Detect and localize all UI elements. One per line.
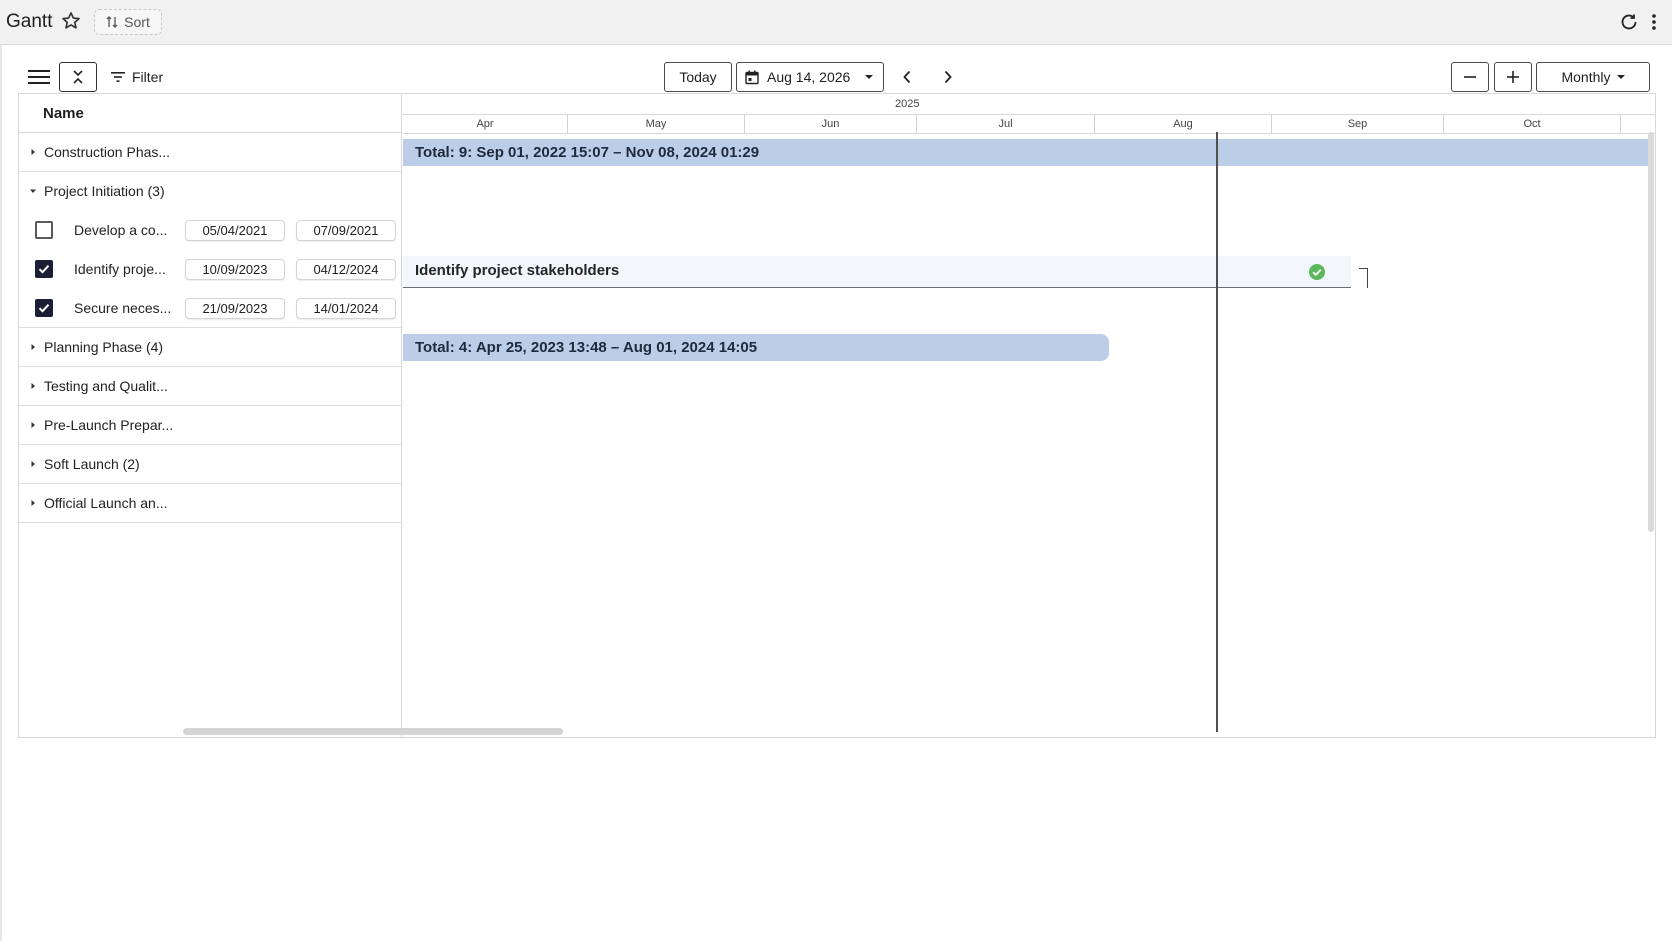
view-mode-label: Monthly <box>1561 69 1611 85</box>
group-row[interactable]: Construction Phas... <box>19 133 401 172</box>
collapse-all-button[interactable] <box>59 62 97 92</box>
filter-icon <box>111 72 125 82</box>
date-value: Aug 14, 2026 <box>767 69 851 85</box>
year-label: 2025 <box>895 98 920 110</box>
group-label: Pre-Launch Prepar... <box>44 417 174 433</box>
chevron-right-icon <box>944 70 952 84</box>
today-marker-line <box>1216 132 1218 732</box>
caret-right-icon[interactable] <box>29 499 37 507</box>
end-date-field[interactable]: 07/09/2021 <box>296 220 396 241</box>
dropdown-caret-icon <box>1616 74 1625 79</box>
minus-icon <box>1464 76 1476 78</box>
app-title: Gantt <box>6 11 53 32</box>
title-bar: Gantt Sort <box>0 0 1672 45</box>
group-label: Soft Launch (2) <box>44 456 140 472</box>
check-circle-icon <box>1309 264 1325 280</box>
caret-right-icon[interactable] <box>29 460 37 468</box>
caret-right-icon[interactable] <box>29 343 37 351</box>
task-bar[interactable]: Identify project stakeholders <box>403 256 1351 288</box>
zoom-in-button[interactable] <box>1494 62 1532 92</box>
group-label: Project Initiation (3) <box>44 183 165 199</box>
task-checkbox[interactable] <box>35 299 53 317</box>
name-column-header[interactable]: Name <box>43 105 84 122</box>
sort-button[interactable]: Sort <box>94 9 162 35</box>
month-label: Jun <box>745 115 917 133</box>
view-mode-select[interactable]: Monthly <box>1536 62 1650 92</box>
menu-button[interactable] <box>26 66 52 88</box>
month-label: Apr <box>403 115 568 133</box>
plus-icon <box>1507 71 1519 83</box>
task-label: Develop a co... <box>74 222 168 238</box>
month-label: Jul <box>917 115 1095 133</box>
group-label: Testing and Qualit... <box>44 378 168 394</box>
calendar-icon <box>745 70 759 84</box>
summary-bar[interactable]: Total: 4: Apr 25, 2023 13:48 – Aug 01, 2… <box>403 334 1109 361</box>
caret-right-icon[interactable] <box>29 421 37 429</box>
dependency-connector <box>1359 268 1368 288</box>
task-grid: Name Construction Phas... Project Initia… <box>19 94 563 737</box>
next-button[interactable] <box>938 66 958 88</box>
task-checkbox[interactable] <box>35 221 53 239</box>
dropdown-caret-icon <box>865 75 874 79</box>
month-label: Sep <box>1272 115 1444 133</box>
task-bar-label: Identify project stakeholders <box>415 262 620 279</box>
star-icon[interactable] <box>60 10 82 32</box>
filter-label: Filter <box>132 69 164 85</box>
month-header: Apr May Jun Jul Aug Sep Oct <box>403 115 1655 134</box>
group-row[interactable]: Testing and Qualit... <box>19 367 401 406</box>
today-button[interactable]: Today <box>664 62 732 92</box>
end-date-field[interactable]: 14/01/2024 <box>296 298 396 319</box>
more-vertical-icon[interactable] <box>1650 12 1658 32</box>
refresh-icon[interactable] <box>1619 12 1639 32</box>
grid-header: Name <box>19 94 401 133</box>
task-row[interactable]: Secure neces... 21/09/2023 14/01/2024 <box>19 289 401 328</box>
task-label: Identify proje... <box>74 261 166 277</box>
zoom-out-button[interactable] <box>1451 62 1489 92</box>
end-date-field[interactable]: 04/12/2024 <box>296 259 396 280</box>
date-picker[interactable]: Aug 14, 2026 <box>736 62 884 92</box>
caret-down-icon[interactable] <box>29 187 37 195</box>
caret-right-icon[interactable] <box>29 148 37 156</box>
gantt-chart: Name Construction Phas... Project Initia… <box>18 93 1656 738</box>
task-row[interactable]: Identify proje... 10/09/2023 04/12/2024 <box>19 250 401 289</box>
group-row[interactable]: Soft Launch (2) <box>19 445 401 484</box>
month-label: Oct <box>1444 115 1621 133</box>
task-row[interactable]: Develop a co... 05/04/2021 07/09/2021 <box>19 211 401 250</box>
filter-button[interactable]: Filter <box>111 66 163 88</box>
group-row[interactable]: Planning Phase (4) <box>19 328 401 367</box>
start-date-field[interactable]: 21/09/2023 <box>185 298 285 319</box>
sort-arrows-icon <box>106 16 118 28</box>
start-date-field[interactable]: 10/09/2023 <box>185 259 285 280</box>
checkmark-icon <box>38 265 50 274</box>
chevron-left-icon <box>903 70 911 84</box>
previous-button[interactable] <box>897 66 917 88</box>
vertical-scrollbar[interactable] <box>1648 132 1654 532</box>
task-checkbox[interactable] <box>35 260 53 278</box>
month-label: Aug <box>1095 115 1272 133</box>
group-row[interactable]: Pre-Launch Prepar... <box>19 406 401 445</box>
collapse-icon <box>73 70 83 84</box>
hamburger-menu-icon <box>28 70 50 84</box>
caret-right-icon[interactable] <box>29 382 37 390</box>
group-label: Construction Phas... <box>44 144 171 160</box>
group-row[interactable]: Project Initiation (3) <box>19 172 401 211</box>
start-date-field[interactable]: 05/04/2021 <box>185 220 285 241</box>
group-row[interactable]: Official Launch an... <box>19 484 401 523</box>
summary-bar[interactable]: Total: 9: Sep 01, 2022 15:07 – Nov 08, 2… <box>403 139 1649 166</box>
window-edge <box>0 45 2 941</box>
group-label: Planning Phase (4) <box>44 339 164 355</box>
timeline-pane: 2025 Apr May Jun Jul Aug Sep Oct Total: … <box>403 94 1655 737</box>
month-label: May <box>568 115 745 133</box>
sort-label: Sort <box>124 14 150 30</box>
group-label: Official Launch an... <box>44 495 168 511</box>
year-header: 2025 <box>403 94 1655 115</box>
task-label: Secure neces... <box>74 300 172 316</box>
checkmark-icon <box>38 304 50 313</box>
